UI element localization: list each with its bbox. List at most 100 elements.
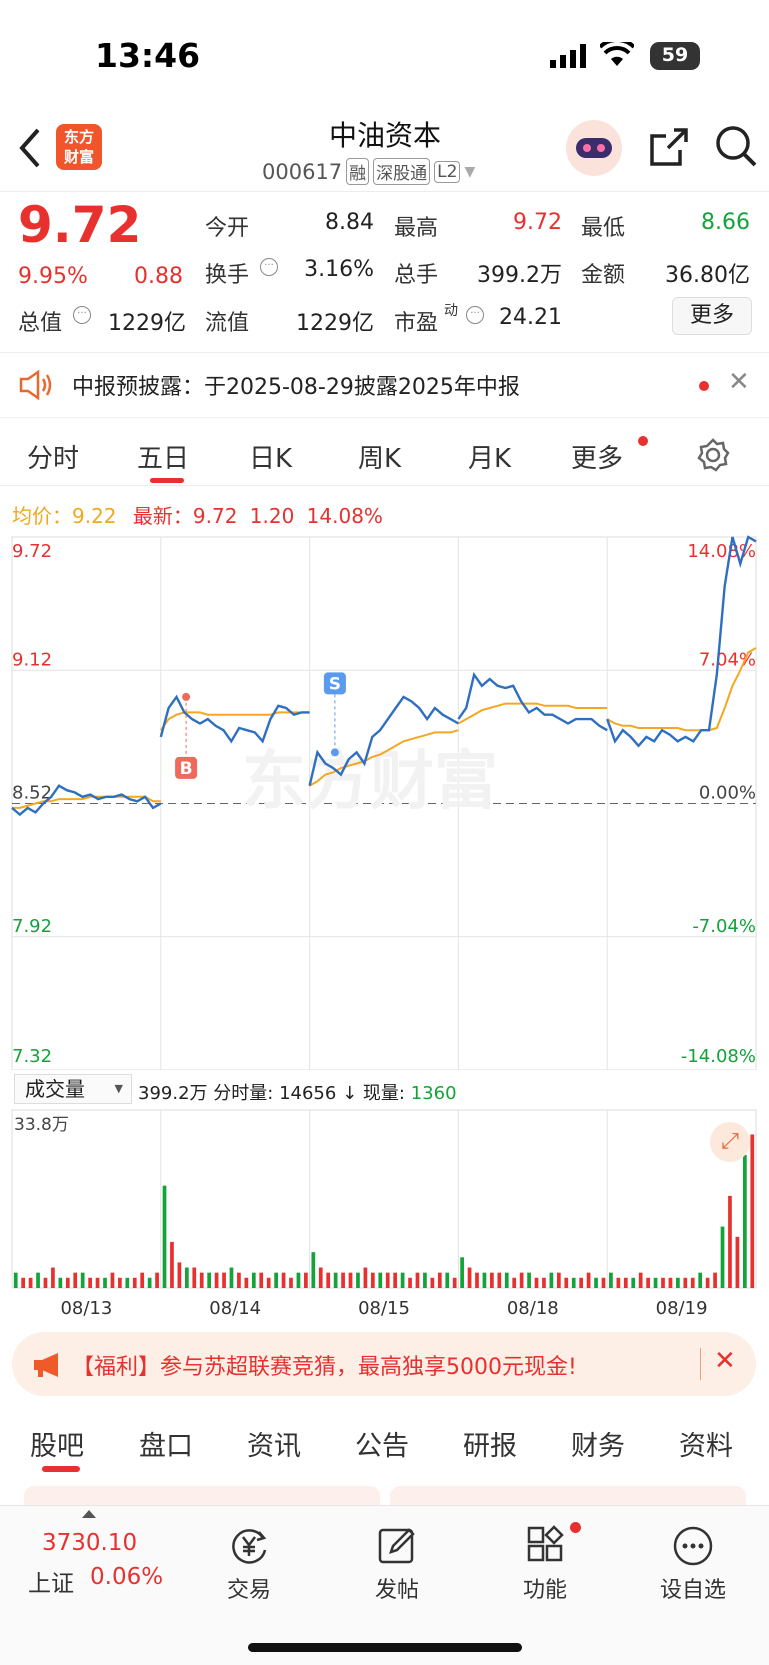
edit-icon bbox=[378, 1528, 415, 1564]
tab-monthly-k[interactable]: 月K bbox=[468, 438, 511, 475]
price-line bbox=[159, 694, 310, 744]
volume-bar bbox=[698, 1272, 703, 1288]
divider bbox=[700, 1348, 701, 1380]
search-icon[interactable] bbox=[714, 124, 758, 168]
volume-bar bbox=[21, 1277, 26, 1288]
volume-bar bbox=[192, 1267, 197, 1288]
watermark: 东方财富 bbox=[242, 745, 498, 819]
volume-bar bbox=[370, 1272, 375, 1288]
volume-bar bbox=[609, 1272, 613, 1288]
megaphone-icon bbox=[34, 1353, 58, 1377]
close-icon[interactable]: ✕ bbox=[714, 1346, 736, 1376]
share-icon[interactable] bbox=[648, 126, 690, 168]
active-tab-indicator bbox=[150, 478, 184, 483]
tab-daily-k[interactable]: 日K bbox=[249, 438, 292, 475]
more-button[interactable]: 更多 bbox=[672, 297, 752, 335]
tab-profile[interactable]: 资料 bbox=[679, 1424, 733, 1463]
volume-bar bbox=[356, 1272, 360, 1288]
assistant-avatar[interactable] bbox=[566, 120, 622, 176]
volume-bar bbox=[304, 1272, 308, 1288]
volume-bar bbox=[162, 1185, 167, 1288]
status-time: 13:46 bbox=[95, 36, 201, 75]
tab-finance[interactable]: 财务 bbox=[571, 1424, 625, 1463]
nav-trade[interactable]: 交易 bbox=[204, 1516, 294, 1604]
nav-post-label: 发帖 bbox=[374, 1578, 419, 1603]
tab-announcements[interactable]: 公告 bbox=[355, 1424, 409, 1463]
fen-value: 14656 bbox=[279, 1083, 337, 1104]
back-arrow-icon[interactable] bbox=[18, 128, 42, 168]
tab-pankou[interactable]: 盘口 bbox=[139, 1424, 193, 1463]
tab-guba[interactable]: 股吧 bbox=[30, 1424, 84, 1463]
volume-bar bbox=[534, 1277, 539, 1288]
high-value: 9.72 bbox=[513, 210, 562, 235]
battery-icon: 59 bbox=[650, 42, 700, 70]
promo-banner[interactable]: 【福利】参与苏超联赛竞猜，最高独享5000元现金! ✕ bbox=[12, 1332, 756, 1396]
tab-wuri[interactable]: 五日 bbox=[137, 438, 189, 475]
volume-bar bbox=[750, 1134, 755, 1288]
volume-bar bbox=[653, 1277, 658, 1288]
latest-pct: 14.08% bbox=[306, 504, 383, 528]
volume-bar bbox=[549, 1272, 554, 1288]
volume-selector-label: 成交量 bbox=[25, 1077, 85, 1101]
last-price: 9.72 bbox=[18, 196, 142, 254]
volume-bar bbox=[586, 1272, 591, 1288]
volume-bar bbox=[512, 1277, 517, 1288]
low-value: 8.66 bbox=[701, 210, 750, 235]
notice-bar[interactable]: 中报预披露：于2025-08-29披露2025年中报 ✕ bbox=[0, 352, 769, 418]
caret-up-icon[interactable] bbox=[82, 1510, 96, 1518]
tag-level2: L2 bbox=[434, 160, 461, 183]
volume-bar bbox=[393, 1272, 398, 1288]
price-chart[interactable]: 东方财富9.729.128.527.927.3214.08%7.04%0.00%… bbox=[0, 535, 769, 1070]
y-tick-left: 7.92 bbox=[12, 916, 52, 937]
tab-more[interactable]: 更多 bbox=[571, 438, 623, 475]
sell-marker-label: S bbox=[329, 674, 341, 694]
home-indicator bbox=[248, 1643, 522, 1652]
eastmoney-logo[interactable]: 东方财富 bbox=[56, 124, 102, 170]
volume-bar bbox=[728, 1195, 732, 1288]
volume-selector[interactable]: 成交量 ▼ bbox=[14, 1074, 132, 1104]
close-icon[interactable]: ✕ bbox=[728, 367, 750, 397]
tab-weekly-k[interactable]: 周K bbox=[358, 438, 401, 475]
volume-bar bbox=[43, 1277, 48, 1288]
volume-bar bbox=[661, 1277, 665, 1288]
volume-bar bbox=[237, 1272, 241, 1288]
volume-bar bbox=[467, 1267, 472, 1288]
volume-bar bbox=[363, 1267, 368, 1288]
nav-watchlist[interactable]: 设自选 bbox=[648, 1516, 738, 1604]
volume-bar bbox=[103, 1277, 107, 1288]
info-icon[interactable]: ··· bbox=[466, 306, 484, 324]
dropdown-icon[interactable]: ▼ bbox=[464, 164, 475, 180]
total-value-label: 总值 bbox=[18, 311, 63, 336]
tab-news[interactable]: 资讯 bbox=[247, 1424, 301, 1463]
volume-bar bbox=[266, 1277, 271, 1288]
expand-icon[interactable]: ⤢ bbox=[710, 1122, 750, 1162]
y-tick-left: 7.32 bbox=[12, 1046, 52, 1067]
volume-bar bbox=[705, 1277, 710, 1288]
volume-bar bbox=[571, 1277, 576, 1288]
nav-functions[interactable]: 功能 bbox=[500, 1516, 590, 1604]
volume-bar bbox=[36, 1272, 40, 1288]
x-date-label: 08/14 bbox=[209, 1298, 261, 1318]
gear-icon[interactable] bbox=[696, 438, 730, 472]
nav-post[interactable]: 发帖 bbox=[352, 1516, 442, 1604]
index-value[interactable]: 3730.10 bbox=[42, 1530, 137, 1556]
now-value: 1360 bbox=[410, 1083, 457, 1104]
volume-bar bbox=[460, 1257, 464, 1288]
battery-level: 59 bbox=[661, 44, 689, 66]
volume-bar bbox=[676, 1277, 680, 1288]
volume-bar bbox=[519, 1272, 524, 1288]
info-icon[interactable]: ··· bbox=[73, 306, 91, 324]
volume-bar bbox=[735, 1236, 740, 1288]
content-tabs: 股吧 盘口 资讯 公告 研报 财务 资料 bbox=[0, 1410, 769, 1480]
x-date-label: 08/18 bbox=[507, 1298, 559, 1318]
volume-value: 399.2万 bbox=[477, 263, 562, 288]
tab-fenshi[interactable]: 分时 bbox=[27, 438, 79, 475]
volume-chart[interactable]: 33.8万 08/13 08/14 08/15 08/18 08/19 bbox=[0, 1108, 769, 1318]
high-label: 最高 bbox=[394, 216, 439, 241]
pe-label: 市盈 bbox=[394, 311, 439, 336]
volume-bar bbox=[482, 1272, 487, 1288]
tab-research[interactable]: 研报 bbox=[463, 1424, 517, 1463]
info-icon[interactable]: ··· bbox=[260, 258, 278, 276]
volume-bar bbox=[333, 1272, 338, 1288]
index-pct: 0.06% bbox=[90, 1564, 164, 1590]
